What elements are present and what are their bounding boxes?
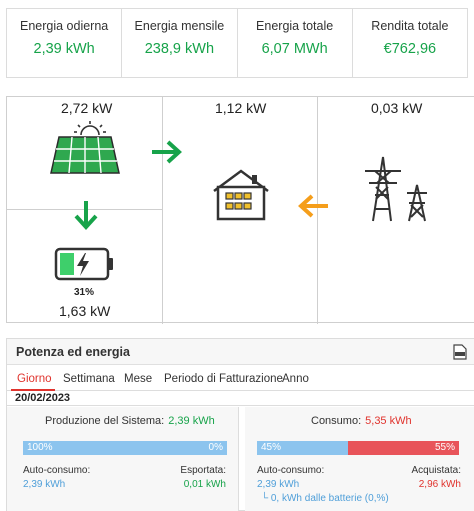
arrow-left-icon [298, 194, 328, 218]
stat-label: Energia odierna [19, 19, 109, 33]
period-tabs: Giorno Settimana Mese Periodo di Fattura… [7, 369, 474, 391]
stat-total-energy: Energia totale 6,07 MWh [238, 9, 353, 77]
power-tower-icon [365, 156, 427, 222]
purchased-label: Acquistata: [411, 465, 461, 476]
consumption-section: Consumo: 5,35 kWh 45% 55% Auto-consumo: 2… [245, 407, 474, 511]
consumption-bar-bought: 55% [347, 441, 459, 455]
active-tab-indicator [11, 389, 55, 391]
production-bar: 100% 0% [23, 441, 227, 455]
consumption-bar-self: 45% [257, 441, 348, 455]
production-section: Produzione del Sistema: 2,39 kWh 100% 0% … [7, 407, 239, 511]
date-row: 20/02/2023 [7, 392, 474, 406]
panel-header: Potenza ed energia [7, 339, 474, 365]
exported-value: 0,01 kWh [183, 479, 226, 490]
consumption-bar: 45% 55% [257, 441, 459, 455]
consumption-value: 5,35 kWh [365, 415, 412, 427]
self-consumption-value: 2,39 kWh [23, 479, 66, 490]
exported-label: Esportata: [180, 465, 226, 476]
stat-value: 238,9 kWh [144, 41, 215, 57]
arrow-right-icon [152, 140, 182, 164]
home-power-value: 1,12 kW [215, 100, 267, 116]
pdf-export-icon[interactable] [453, 344, 467, 360]
consumption-bar-left-pct: 45% [261, 442, 282, 453]
production-label: Produzione del Sistema: [45, 415, 165, 427]
stat-value: €762,96 [383, 41, 437, 57]
production-bar-right-pct: 0% [208, 442, 223, 453]
stat-value: 2,39 kWh [33, 41, 95, 57]
stat-label: Energia mensile [134, 19, 225, 33]
battery-contribution-note: └ 0, kWh dalle batterie (0,%) [261, 493, 389, 504]
consumption-label: Consumo: [311, 415, 362, 427]
tab-anno[interactable]: Anno [282, 373, 309, 385]
consumption-title: Consumo: 5,35 kWh [311, 415, 412, 427]
solar-power-value: 2,72 kW [61, 100, 113, 116]
battery-power-value: 1,63 kW [59, 303, 111, 319]
power-energy-panel: Potenza ed energia Giorno Settimana Mese… [6, 338, 474, 511]
battery-fill [60, 253, 74, 275]
panel-title: Potenza ed energia [16, 345, 130, 359]
battery-icon [54, 247, 113, 281]
tab-giorno[interactable]: Giorno [17, 373, 52, 385]
purchased-value: 2,96 kWh [418, 479, 461, 490]
production-bar-fill: 100% 0% [23, 441, 227, 455]
tab-periodo-fatturazione[interactable]: Periodo di Fatturazione [164, 373, 283, 385]
production-bar-left-pct: 100% [27, 442, 53, 453]
stat-total-revenue: Rendita totale €762,96 [353, 9, 467, 77]
grid-power-value: 0,03 kW [371, 100, 423, 116]
production-title: Produzione del Sistema: 2,39 kWh [45, 415, 215, 427]
stat-monthly-energy: Energia mensile 238,9 kWh [122, 9, 238, 77]
house-icon [213, 169, 269, 221]
stats-bar: Energia odierna 2,39 kWh Energia mensile… [6, 8, 468, 78]
stat-daily-energy: Energia odierna 2,39 kWh [7, 9, 123, 77]
consumption-bar-right-pct: 55% [434, 442, 455, 453]
divider [162, 97, 163, 324]
self-consumption-label: Auto-consumo: [257, 465, 325, 476]
energy-flow-panel: 2,72 kW 1,12 kW 0,03 kW 31% 1,63 kW [6, 96, 474, 324]
self-consumption-label: Auto-consumo: [23, 465, 91, 476]
stat-value: 6,07 MWh [261, 41, 328, 57]
stat-label: Energia totale [256, 19, 334, 33]
stat-label: Rendita totale [371, 19, 449, 33]
self-consumption-value: 2,39 kWh [257, 479, 300, 490]
selected-date: 20/02/2023 [15, 392, 71, 404]
solar-panel-icon [50, 121, 120, 174]
tab-mese[interactable]: Mese [124, 373, 152, 385]
battery-percent: 31% [74, 287, 95, 298]
production-value: 2,39 kWh [168, 415, 215, 427]
tab-settimana[interactable]: Settimana [63, 373, 115, 385]
arrow-down-icon [74, 201, 98, 230]
